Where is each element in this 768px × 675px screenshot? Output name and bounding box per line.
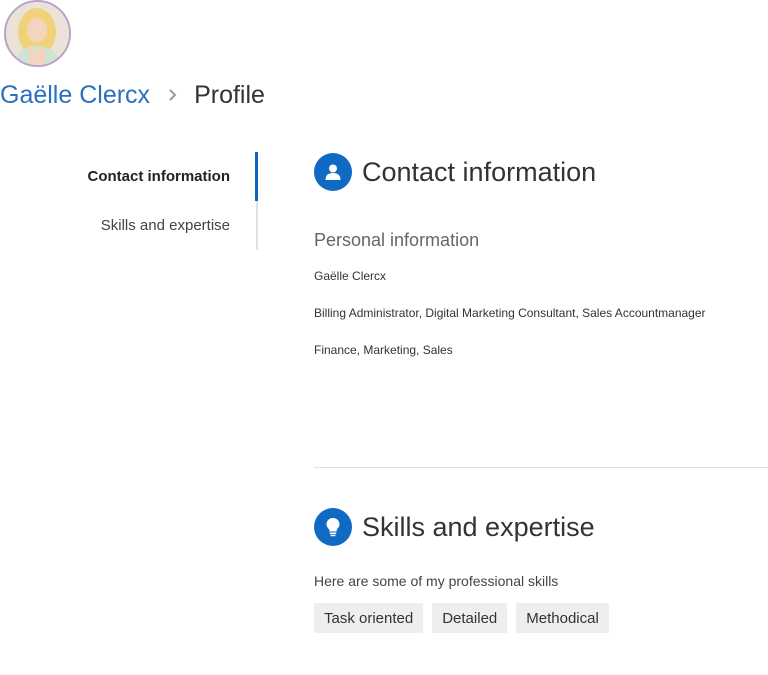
skills-intro: Here are some of my professional skills — [314, 573, 559, 589]
avatar[interactable] — [4, 0, 71, 67]
chevron-right-icon — [158, 88, 188, 102]
nav-item-skills-and-expertise[interactable]: Skills and expertise — [40, 201, 258, 250]
contact-name: Gaëlle Clercx — [314, 269, 387, 283]
section-nav: Contact information Skills and expertise — [40, 152, 258, 250]
lightbulb-icon — [314, 508, 352, 546]
breadcrumb-current: Profile — [194, 80, 265, 109]
contact-title: Contact information — [362, 156, 597, 187]
skills-header: Skills and expertise — [314, 505, 768, 549]
skill-chip[interactable]: Detailed — [432, 603, 508, 633]
contact-departments: Finance, Marketing, Sales — [314, 343, 453, 357]
skill-chip[interactable]: Task oriented — [314, 603, 424, 633]
skill-chip[interactable]: Methodical — [516, 603, 609, 633]
section-divider — [314, 467, 768, 468]
person-icon — [314, 153, 352, 191]
contact-section: Contact information Personal information… — [314, 150, 768, 357]
skills-title: Skills and expertise — [362, 511, 595, 542]
breadcrumb-user-link[interactable]: Gaëlle Clercx — [0, 81, 150, 110]
profile-page: Gaëlle Clercx Profile Contact informatio… — [0, 0, 768, 675]
avatar-photo — [6, 2, 69, 65]
skills-section: Skills and expertise Here are some of my… — [314, 505, 768, 633]
contact-roles: Billing Administrator, Digital Marketing… — [314, 306, 706, 320]
skill-chips: Task oriented Detailed Methodical — [314, 603, 768, 633]
contact-header: Contact information — [314, 150, 768, 194]
personal-info-heading: Personal information — [314, 230, 480, 250]
nav-item-contact-information[interactable]: Contact information — [40, 152, 258, 201]
breadcrumb: Gaëlle Clercx Profile — [0, 78, 265, 112]
